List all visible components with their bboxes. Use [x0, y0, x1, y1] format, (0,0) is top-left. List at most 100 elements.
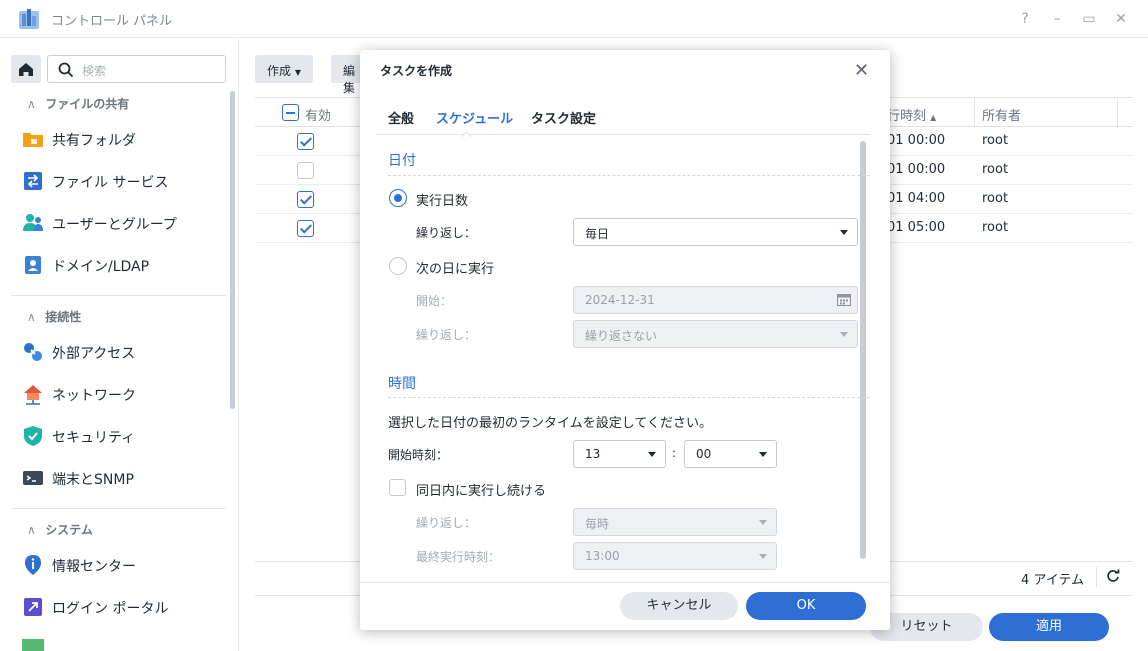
domain-icon	[25, 256, 41, 274]
sidebar-item-domain-ldap[interactable]: ドメイン/LDAP	[22, 253, 222, 277]
repeat3-value: 毎時	[585, 517, 610, 531]
search-box[interactable]: 検索	[47, 55, 226, 83]
dialog-footer-divider	[360, 582, 890, 583]
time-colon: :	[672, 446, 677, 460]
section-divider	[388, 397, 870, 398]
section-connectivity[interactable]: ∧ 接続性	[27, 308, 81, 325]
minus-icon	[286, 112, 295, 114]
start-label: 開始：	[416, 294, 453, 308]
date-section-title: 日付	[388, 153, 416, 169]
caret-down-icon: ▼	[294, 68, 301, 77]
row-owner: root	[982, 220, 1009, 235]
repeat2-select[interactable]: 繰り返さない	[573, 320, 858, 348]
sidebar-item-users-groups[interactable]: ユーザーとグループ	[22, 211, 222, 235]
select-all-checkbox[interactable]	[282, 104, 299, 121]
repeat2-value: 繰り返さない	[585, 329, 658, 343]
row-next-run: 01 00:00	[887, 133, 946, 148]
sidebar-item-info-center[interactable]: 情報センター	[22, 553, 222, 577]
file-services-icon	[24, 172, 42, 190]
dialog-close-icon[interactable]: ✕	[854, 60, 869, 81]
start-minute-value: 00	[696, 447, 712, 461]
sidebar-item-external-access[interactable]: 外部アクセス	[22, 340, 222, 364]
terminal-icon	[23, 471, 43, 485]
caret-down-icon	[759, 452, 767, 457]
start-hour-select[interactable]: 13	[573, 440, 666, 468]
refresh-icon[interactable]	[1106, 569, 1120, 583]
dialog-scrollbar[interactable]	[860, 141, 866, 559]
start-hour-value: 13	[585, 447, 601, 461]
section-file-sharing[interactable]: ∧ ファイルの共有	[27, 95, 129, 112]
login-portal-icon	[24, 598, 42, 616]
header-next-run[interactable]: 行時刻 ▲	[887, 105, 936, 124]
row-enabled-checkbox[interactable]	[297, 162, 314, 179]
sidebar-item-shared-folder[interactable]: 共有フォルダ	[22, 127, 222, 151]
row-enabled-checkbox[interactable]	[297, 220, 314, 237]
edit-label: 編集	[343, 64, 356, 95]
close-window-button[interactable]: ✕	[1111, 9, 1131, 29]
run-next-day-radio[interactable]	[389, 257, 407, 275]
sidebar-item-security[interactable]: セキュリティ	[22, 424, 222, 448]
ok-button[interactable]: OK	[746, 592, 866, 620]
network-icon	[24, 385, 42, 405]
sidebar-item-label: セキュリティ	[52, 430, 136, 446]
repeat-select[interactable]: 毎日	[573, 218, 858, 246]
sidebar-item-label: ファイル サービス	[52, 175, 169, 191]
repeat-value: 毎日	[585, 227, 610, 241]
sidebar-item-label: 共有フォルダ	[52, 133, 136, 149]
repeat3-label: 繰り返し：	[416, 516, 477, 530]
dialog-tabs: 全般 スケジュール タスク設定	[376, 102, 870, 135]
continue-same-day-checkbox[interactable]	[389, 479, 406, 496]
sidebar-item-label: 情報センター	[52, 559, 136, 575]
run-days-radio[interactable]	[389, 189, 407, 207]
minimize-button[interactable]: –	[1047, 9, 1067, 29]
last-run-select[interactable]: 13:00	[573, 542, 777, 570]
chevron-up-icon: ∧	[27, 310, 36, 324]
window-title: コントロール パネル	[51, 14, 173, 29]
start-date-field[interactable]: 2024-12-31	[573, 286, 858, 314]
sidebar-item-label: 端末とSNMP	[52, 472, 134, 488]
chevron-up-icon: ∧	[27, 523, 36, 537]
folder-icon	[23, 133, 43, 147]
tab-schedule[interactable]: スケジュール	[436, 108, 513, 127]
start-minute-select[interactable]: 00	[684, 440, 777, 468]
search-input[interactable]: 検索	[82, 62, 106, 79]
create-task-dialog: タスクを作成 ✕ 全般 スケジュール タスク設定 日付 実行日数 繰り返し： 毎…	[360, 50, 890, 630]
header-owner[interactable]: 所有者	[982, 105, 1021, 124]
tab-general[interactable]: 全般	[388, 108, 414, 127]
column-divider	[1117, 98, 1118, 128]
sidebar-item-terminal-snmp[interactable]: 端末とSNMP	[22, 466, 222, 490]
row-owner: root	[982, 162, 1009, 177]
row-enabled-checkbox[interactable]	[297, 133, 314, 150]
sidebar: 検索 ∧ ファイルの共有 共有フォルダ ファイル サービス ユーザーとグループ …	[0, 39, 239, 651]
sidebar-item-file-services[interactable]: ファイル サービス	[22, 169, 222, 193]
sidebar-scrollbar[interactable]	[230, 91, 235, 409]
title-bar: コントロール パネル ? – ▭ ✕	[0, 0, 1148, 38]
repeat3-select[interactable]: 毎時	[573, 508, 777, 536]
divider	[11, 508, 226, 509]
create-button[interactable]: 作成 ▼	[255, 55, 313, 83]
apply-button[interactable]: 適用	[989, 613, 1109, 641]
header-enabled[interactable]: 有効	[305, 105, 331, 124]
tab-task-settings[interactable]: タスク設定	[531, 108, 596, 127]
start-time-label: 開始時刻：	[388, 448, 449, 462]
sort-asc-icon: ▲	[930, 113, 937, 122]
section-system[interactable]: ∧ システム	[27, 521, 93, 538]
info-icon	[25, 555, 41, 575]
create-label: 作成	[267, 64, 292, 78]
header-next-run-text: 行時刻	[887, 109, 927, 124]
divider	[1096, 567, 1097, 587]
help-button[interactable]: ?	[1015, 9, 1035, 29]
caret-down-icon	[759, 520, 767, 525]
sidebar-item-login-portal[interactable]: ログイン ポータル	[22, 595, 222, 619]
sidebar-item-network[interactable]: ネットワーク	[22, 382, 222, 406]
run-days-label: 実行日数	[416, 194, 469, 209]
home-icon	[19, 63, 33, 76]
section-title: システム	[45, 523, 93, 537]
row-next-run: 01 04:00	[887, 191, 946, 206]
calendar-icon[interactable]	[837, 293, 851, 306]
cancel-button[interactable]: キャンセル	[620, 592, 738, 620]
maximize-button[interactable]: ▭	[1079, 9, 1099, 29]
row-enabled-checkbox[interactable]	[297, 191, 314, 208]
last-run-value: 13:00	[585, 549, 620, 563]
home-button[interactable]	[11, 55, 41, 83]
